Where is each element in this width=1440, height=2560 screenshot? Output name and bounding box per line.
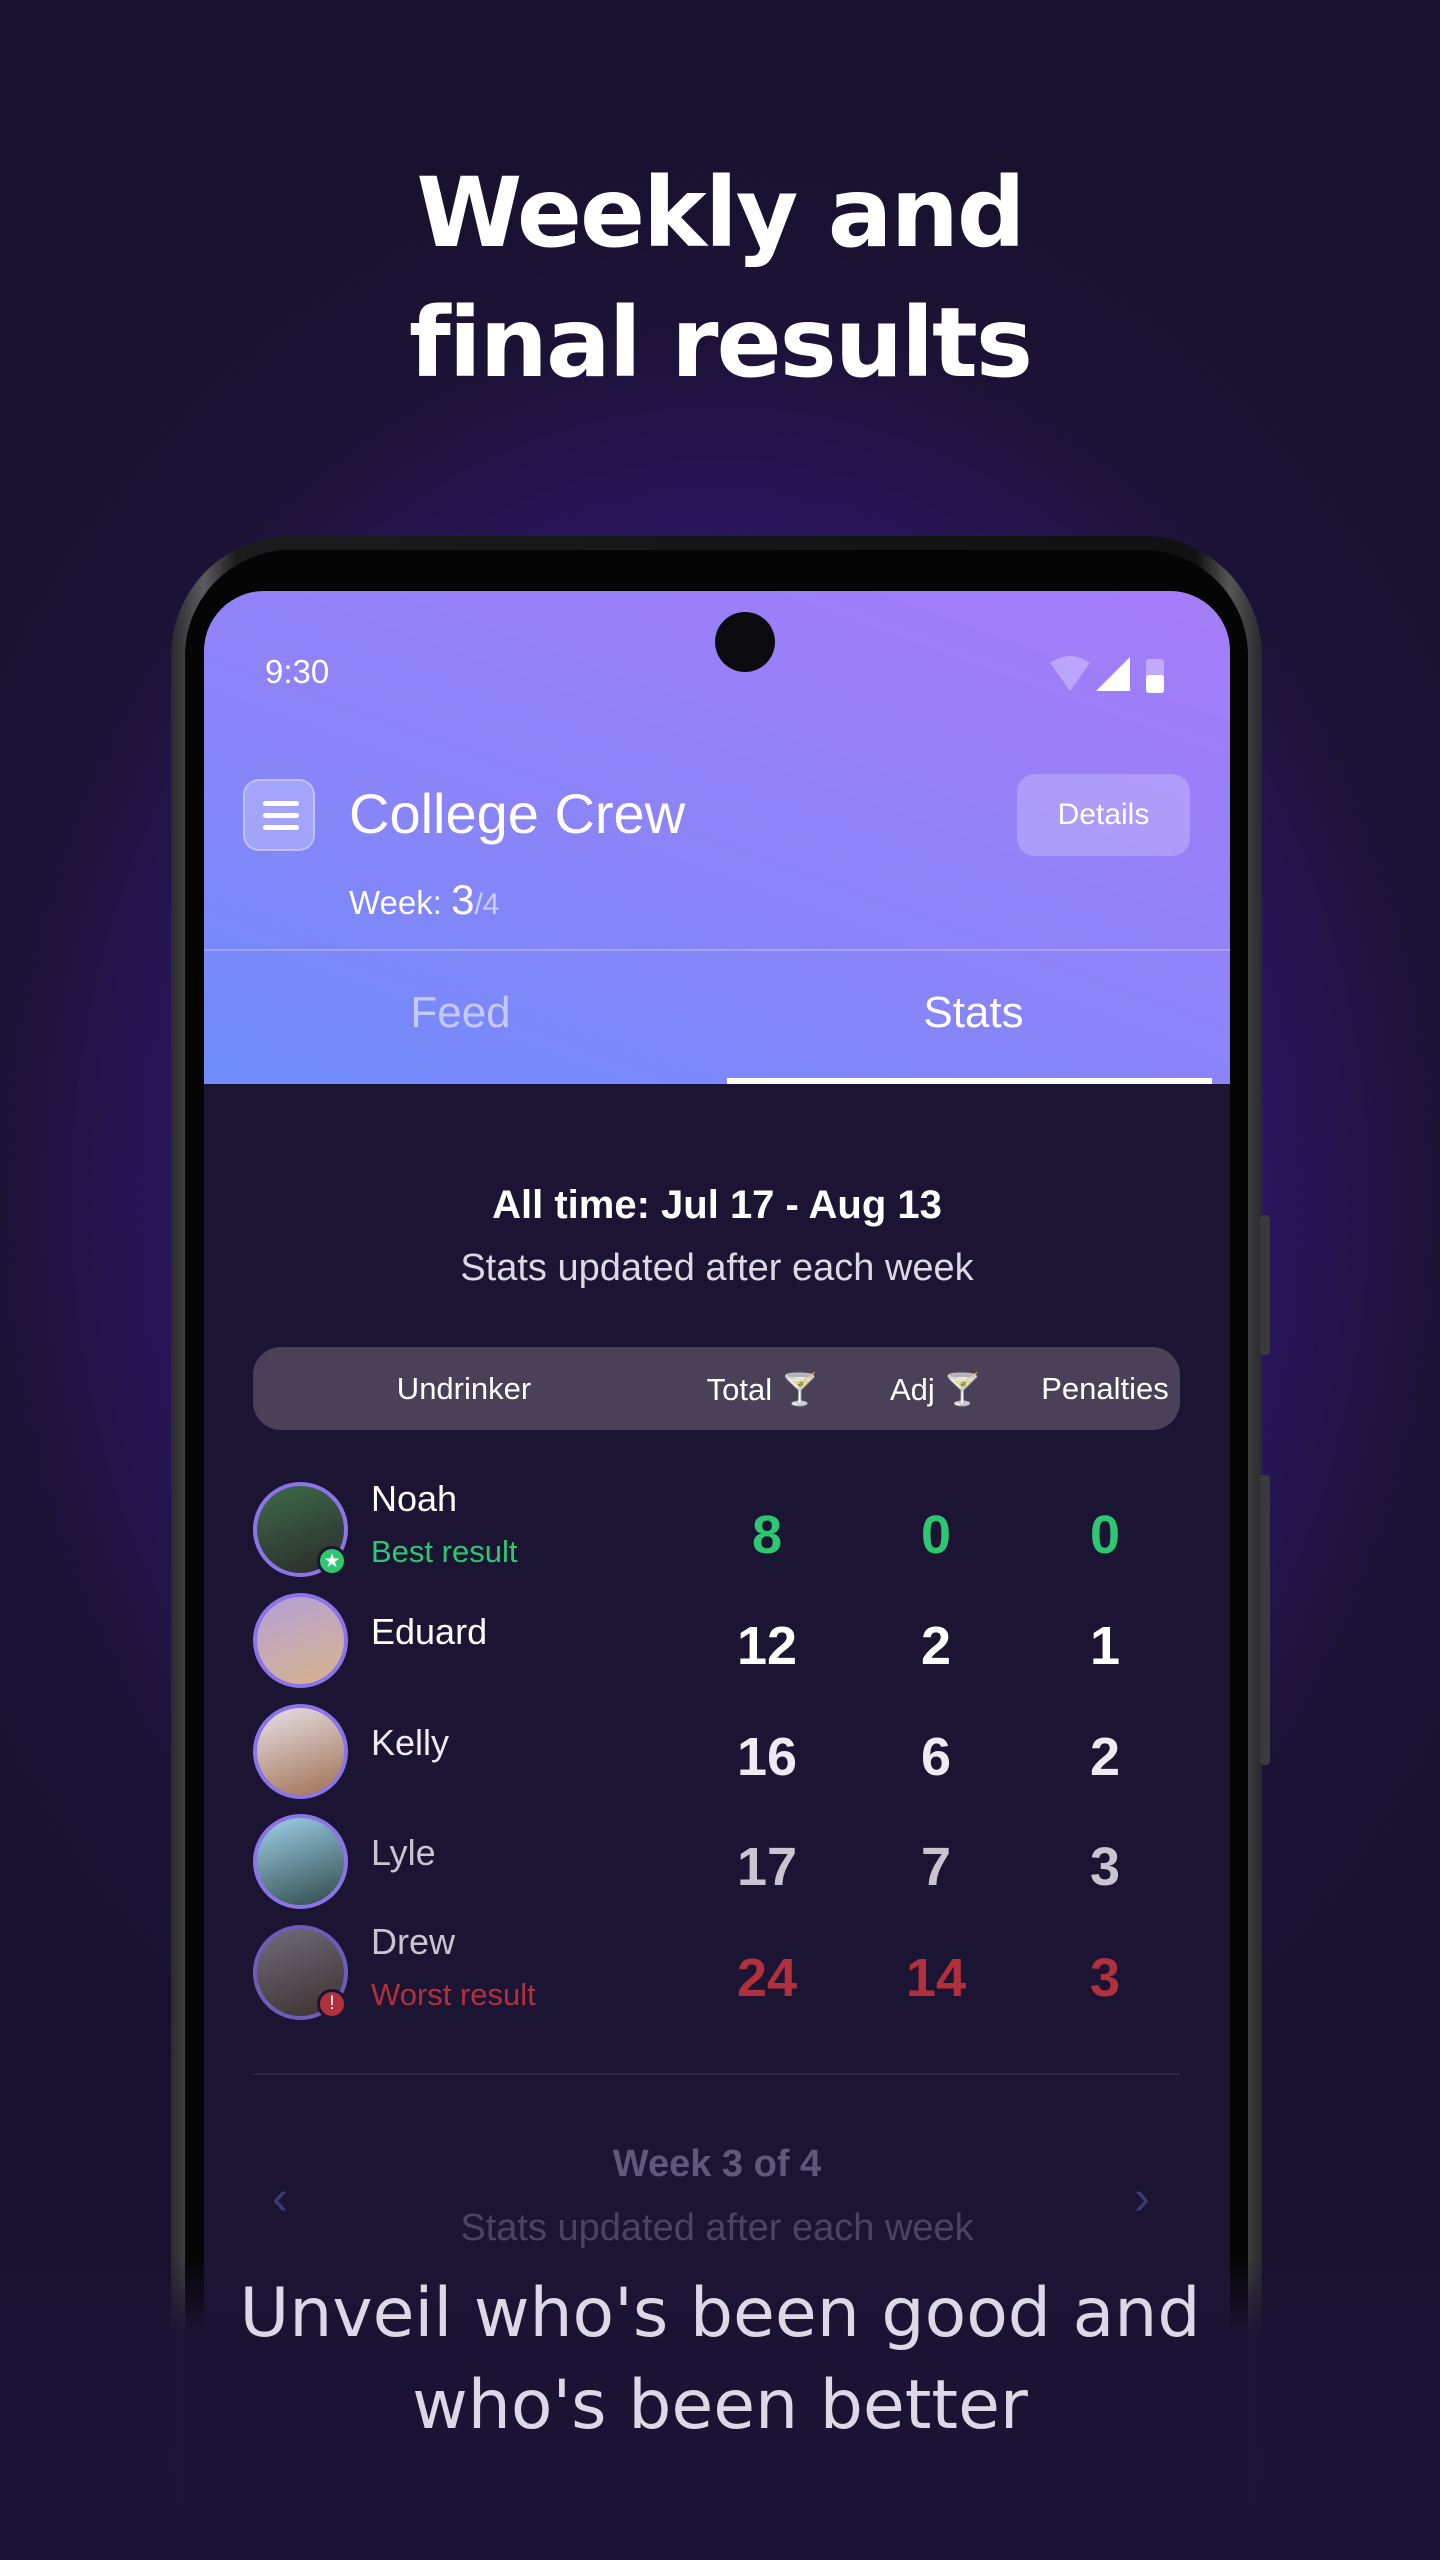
table-row[interactable]: ★ Noah Best result 8 0 0: [253, 1478, 1183, 1582]
active-tab-indicator: [727, 1078, 1212, 1084]
group-title: College Crew: [349, 782, 686, 845]
volume-button: [1260, 1215, 1270, 1355]
prev-week-chevron-icon[interactable]: ‹: [272, 2171, 288, 2226]
week-current: 3: [451, 876, 475, 923]
row-name: Drew: [371, 1921, 456, 1962]
tab-stats[interactable]: Stats: [717, 988, 1230, 1038]
warning-badge-icon: !: [317, 1989, 347, 2019]
headline-line-1: Weekly and: [416, 157, 1025, 269]
total-value: 17: [736, 1837, 798, 1897]
row-note: Best result: [371, 1534, 518, 1569]
avatar: [253, 1704, 348, 1799]
penalties-value: 3: [1089, 1837, 1121, 1897]
menu-button[interactable]: [243, 779, 315, 851]
header-divider: [204, 949, 1230, 951]
penalties-value: 1: [1089, 1616, 1121, 1676]
table-row[interactable]: Kelly 16 6 2: [253, 1704, 1183, 1804]
total-value: 16: [736, 1727, 798, 1787]
wifi-icon: [1050, 656, 1090, 691]
martini-icon: 🍸: [943, 1372, 983, 1407]
col-penalties: Penalties: [1041, 1371, 1169, 1406]
penalties-value: 2: [1089, 1727, 1121, 1787]
table-header: Undrinker Total 🍸 Adj 🍸 Penalties: [253, 1347, 1180, 1430]
penalties-value: 3: [1089, 1948, 1121, 2008]
tab-feed[interactable]: Feed: [204, 988, 717, 1038]
status-time: 9:30: [265, 653, 330, 690]
col-total: Total 🍸: [706, 1372, 820, 1407]
signal-icon: [1096, 657, 1130, 691]
total-value: 8: [751, 1505, 783, 1565]
adj-value: 7: [920, 1837, 952, 1897]
avatar: [253, 1814, 348, 1909]
row-name: Noah: [371, 1478, 458, 1519]
adj-value: 2: [920, 1616, 952, 1676]
period-title: All time: Jul 17 - Aug 13: [492, 1183, 942, 1227]
week-indicator: Week: 3/4: [349, 876, 500, 924]
row-name: Lyle: [371, 1832, 436, 1873]
status-icons: [1050, 656, 1164, 693]
headline-line-2: final results: [409, 287, 1033, 399]
caption-line-1: Unveil who's been good and: [239, 2274, 1201, 2353]
col-adj: Adj 🍸: [889, 1372, 983, 1407]
app-header: 9:30 College Crew Details Week: 3/4 Feed…: [204, 591, 1230, 1084]
period-subtitle: Stats updated after each week: [460, 1247, 974, 1289]
martini-icon: 🍸: [780, 1372, 820, 1407]
front-camera: [715, 612, 775, 672]
adj-value: 0: [920, 1505, 952, 1565]
power-button: [1260, 1475, 1270, 1765]
week-nav-title: Week 3 of 4: [612, 2143, 822, 2185]
penalties-value: 0: [1089, 1505, 1121, 1565]
total-value: 12: [736, 1616, 798, 1676]
adj-value: 6: [920, 1727, 952, 1787]
next-week-chevron-icon[interactable]: ›: [1134, 2171, 1150, 2226]
week-nav-subtitle: Stats updated after each week: [460, 2207, 974, 2249]
total-value: 24: [736, 1948, 798, 2008]
promo-headline: Weekly and final results: [0, 148, 1440, 408]
row-name: Eduard: [371, 1611, 488, 1652]
week-label: Week:: [349, 884, 442, 921]
col-undrinker: Undrinker: [396, 1371, 532, 1406]
adj-value: 14: [905, 1948, 967, 2008]
table-row[interactable]: ! Drew Worst result 24 14 3: [253, 1921, 1183, 2025]
details-button[interactable]: Details: [1017, 774, 1190, 856]
table-row[interactable]: Eduard 12 2 1: [253, 1593, 1183, 1693]
star-badge-icon: ★: [317, 1546, 347, 1576]
promo-caption: Unveil who's been good and who's been be…: [0, 2268, 1440, 2452]
row-name: Kelly: [371, 1722, 450, 1763]
section-divider: [253, 2073, 1180, 2075]
table-row[interactable]: Lyle 17 7 3: [253, 1814, 1183, 1914]
caption-line-2: who's been better: [412, 2366, 1028, 2445]
week-total: /4: [474, 888, 500, 921]
row-note: Worst result: [371, 1977, 536, 2012]
avatar: [253, 1593, 348, 1688]
